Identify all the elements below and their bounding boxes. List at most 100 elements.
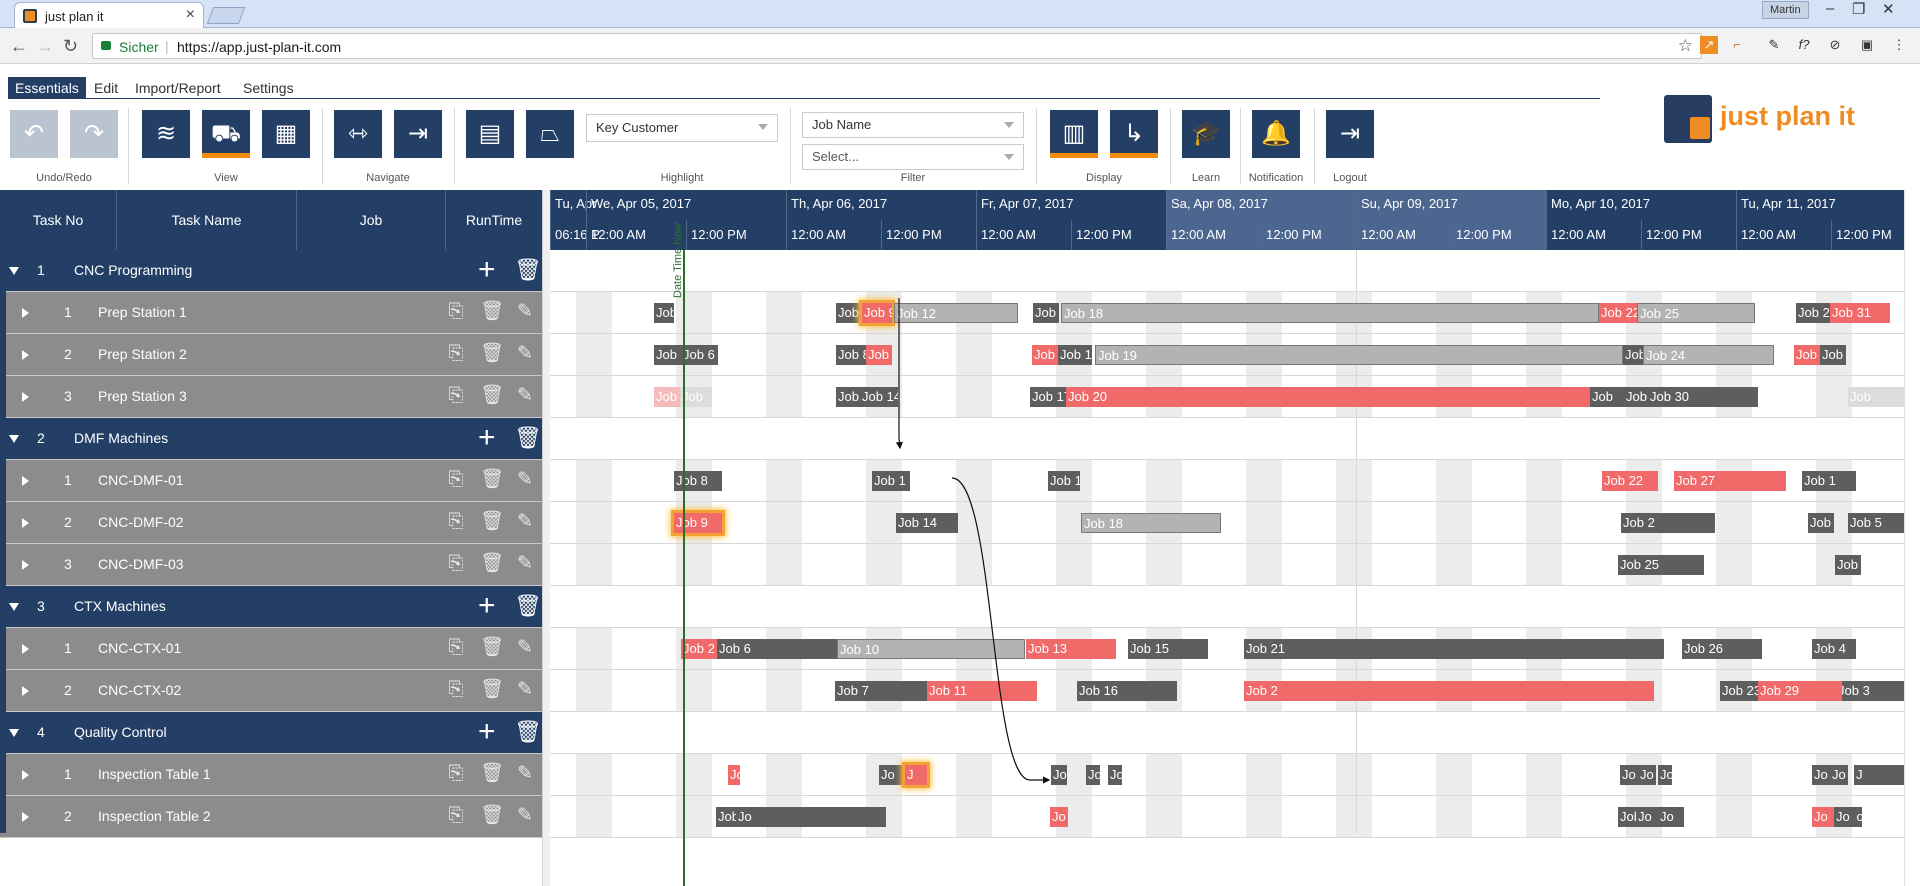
- delete-icon[interactable]: 🗑: [480, 343, 504, 365]
- station-row[interactable]: 1 Prep Station 1 ⎘ 🗑 ✎: [0, 292, 542, 334]
- tab-import-report[interactable]: Import/Report: [128, 77, 228, 99]
- delete-icon[interactable]: 🗑: [480, 511, 504, 533]
- job-bar[interactable]: Job 2: [1623, 345, 1643, 365]
- collapse-icon[interactable]: [9, 729, 19, 737]
- job-bar[interactable]: J: [905, 765, 927, 785]
- station-row[interactable]: 1 CNC-CTX-01 ⎘ 🗑 ✎: [0, 628, 542, 670]
- job-bar[interactable]: Job 4: [1812, 639, 1856, 659]
- job-bar[interactable]: Job 4: [654, 303, 674, 323]
- job-bar[interactable]: Job 25: [1618, 555, 1704, 575]
- add-task-icon[interactable]: +: [478, 591, 496, 621]
- extension-icon[interactable]: f?: [1795, 36, 1813, 54]
- expand-icon[interactable]: [22, 308, 29, 318]
- job-bar[interactable]: Job 2: [1808, 513, 1834, 533]
- delete-icon[interactable]: 🗑: [480, 763, 504, 785]
- edit-pencil-icon[interactable]: ✎: [515, 343, 535, 365]
- job-bar[interactable]: Job: [1032, 345, 1058, 365]
- job-bar[interactable]: Job 20: [1066, 387, 1590, 407]
- job-bar[interactable]: Job 22: [1599, 303, 1637, 323]
- job-bar[interactable]: Job 22: [1602, 471, 1658, 491]
- layers-button[interactable]: ≋: [142, 110, 190, 158]
- resource-lane[interactable]: [550, 754, 1904, 796]
- copy-icon[interactable]: ⎘: [446, 385, 466, 407]
- delete-icon[interactable]: 🗑: [514, 257, 542, 283]
- job-bar[interactable]: Job 8: [836, 345, 866, 365]
- job-bar[interactable]: Jo: [1658, 765, 1672, 785]
- window-close-icon[interactable]: ✕: [1882, 0, 1895, 18]
- job-bar[interactable]: Job 14: [860, 387, 898, 407]
- collapse-icon[interactable]: [9, 267, 19, 275]
- column-header-runtime[interactable]: RunTime: [446, 190, 542, 250]
- job-bar[interactable]: Job 21: [1244, 639, 1664, 659]
- copy-icon[interactable]: ⎘: [446, 301, 466, 323]
- close-tab-icon[interactable]: ×: [186, 6, 195, 24]
- station-row[interactable]: 2 CNC-DMF-02 ⎘ 🗑 ✎: [0, 502, 542, 544]
- display-bars-button[interactable]: ▥: [1050, 110, 1098, 158]
- extension-icon[interactable]: ↗: [1700, 36, 1718, 54]
- job-bar[interactable]: Job 11: [927, 681, 1037, 701]
- expand-icon[interactable]: [22, 350, 29, 360]
- calendar-button[interactable]: ▦: [262, 110, 310, 158]
- job-bar[interactable]: Job 19: [1095, 345, 1623, 365]
- logout-button[interactable]: ⇥: [1326, 110, 1374, 158]
- job-bar[interactable]: Job 19: [1835, 555, 1861, 575]
- job-bar[interactable]: Jo: [1108, 765, 1122, 785]
- job-bar[interactable]: Jo: [1812, 765, 1830, 785]
- back-icon[interactable]: ←: [10, 36, 28, 57]
- collapse-icon[interactable]: [9, 603, 19, 611]
- group-lane[interactable]: [550, 418, 1904, 460]
- job-bar[interactable]: Job 2: [654, 387, 680, 407]
- extension-icon[interactable]: ✎: [1765, 36, 1783, 54]
- job-bar[interactable]: Job 13: [1026, 639, 1116, 659]
- expand-icon[interactable]: [22, 686, 29, 696]
- notification-button[interactable]: 🔔: [1252, 110, 1300, 158]
- extension-icon[interactable]: ▣: [1858, 36, 1876, 54]
- delete-icon[interactable]: 🗑: [480, 301, 504, 323]
- job-bar[interactable]: Job 1: [654, 345, 681, 365]
- job-bar[interactable]: Job 5: [716, 807, 738, 827]
- resource-view-button[interactable]: ⛟: [202, 110, 250, 158]
- filter-field-select[interactable]: Job Name: [802, 112, 1024, 138]
- collapse-timeline-button[interactable]: ⇥: [394, 110, 442, 158]
- station-row[interactable]: 3 CNC-DMF-03 ⎘ 🗑 ✎: [0, 544, 542, 586]
- job-bar[interactable]: Job 2: [1794, 345, 1820, 365]
- filter-value-select[interactable]: Select...: [802, 144, 1024, 170]
- job-bar[interactable]: Jo: [1830, 765, 1848, 785]
- job-bar[interactable]: Job 1: [872, 471, 910, 491]
- copy-icon[interactable]: ⎘: [446, 469, 466, 491]
- copy-icon[interactable]: ⎘: [446, 679, 466, 701]
- job-bar[interactable]: Job 17: [1048, 471, 1080, 491]
- add-task-icon[interactable]: +: [478, 717, 496, 747]
- tab-edit[interactable]: Edit: [87, 77, 125, 99]
- delete-icon[interactable]: 🗑: [480, 805, 504, 827]
- job-bar[interactable]: Job 9: [836, 303, 862, 323]
- reload-icon[interactable]: ↻: [63, 36, 78, 57]
- job-bar[interactable]: Job 16: [1077, 681, 1177, 701]
- job-bar[interactable]: Job 7: [835, 681, 927, 701]
- job-bar[interactable]: J: [1854, 765, 1904, 785]
- edit-pencil-icon[interactable]: ✎: [515, 763, 535, 785]
- pane-splitter[interactable]: [542, 190, 550, 886]
- address-bar[interactable]: Sicher | https://app.just-plan-it.com ☆: [92, 33, 1702, 59]
- job-bar[interactable]: Jo: [1636, 807, 1658, 827]
- edit-pencil-icon[interactable]: ✎: [515, 637, 535, 659]
- bookmark-star-icon[interactable]: ☆: [1678, 36, 1693, 56]
- group-row[interactable]: 1 CNC Programming + 🗑: [0, 250, 542, 292]
- browser-tab[interactable]: just plan it ×: [14, 2, 204, 28]
- job-bar[interactable]: Job 2: [1244, 681, 1654, 701]
- delete-icon[interactable]: 🗑: [514, 719, 542, 745]
- group-row[interactable]: 4 Quality Control + 🗑: [0, 712, 542, 754]
- vertical-scrollbar[interactable]: [1904, 190, 1920, 886]
- tab-settings[interactable]: Settings: [236, 77, 301, 99]
- job-bar[interactable]: Jo: [736, 807, 886, 827]
- job-bar[interactable]: Job 23: [1720, 681, 1758, 701]
- station-row[interactable]: 2 Prep Station 2 ⎘ 🗑 ✎: [0, 334, 542, 376]
- new-tab-button[interactable]: [206, 7, 246, 24]
- job-bar[interactable]: Job 28: [1796, 303, 1830, 323]
- job-bar[interactable]: Job 26: [1624, 387, 1648, 407]
- delete-icon[interactable]: 🗑: [514, 425, 542, 451]
- column-header-task-no[interactable]: Task No: [0, 190, 117, 250]
- job-bar[interactable]: Jo: [1638, 765, 1656, 785]
- station-row[interactable]: 2 Inspection Table 2 ⎘ 🗑 ✎: [0, 796, 542, 838]
- job-bar[interactable]: Job 18: [1081, 513, 1221, 533]
